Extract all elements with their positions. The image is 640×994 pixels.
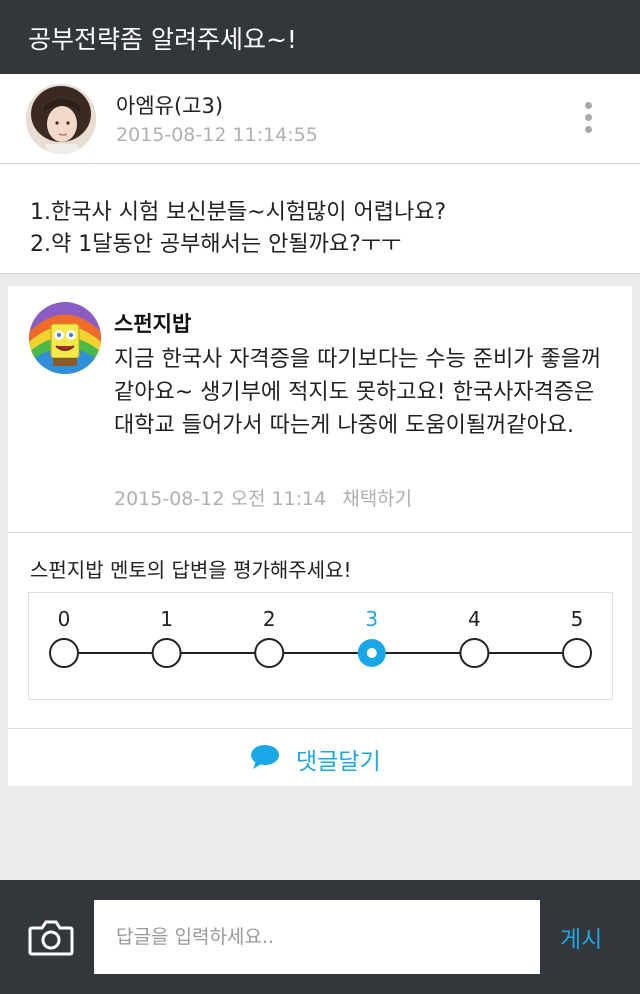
author-avatar[interactable] bbox=[26, 84, 96, 154]
rating-label-5: 5 bbox=[571, 607, 584, 631]
question-body: 1.한국사 시험 보신분들~시험많이 어렵나요? 2.약 1달동안 공부해서는 … bbox=[0, 164, 640, 274]
answer-body: 지금 한국사 자격증을 따기보다는 수능 준비가 좋을꺼 같아요~ 생기부에 적… bbox=[114, 347, 602, 438]
speech-bubble-icon bbox=[251, 745, 279, 769]
answer-card: 스펀지밥 지금 한국사 자격증을 따기보다는 수능 준비가 좋을꺼 같아요~ 생… bbox=[8, 286, 632, 786]
page-title: 공부전략좀 알려주세요~! bbox=[28, 25, 297, 54]
rating-option-5[interactable] bbox=[562, 638, 592, 668]
top-bar: 공부전략좀 알려주세요~! bbox=[0, 0, 640, 74]
question-line-2: 2.약 1달동안 공부해서는 안될까요?ㅜㅜ bbox=[30, 232, 402, 257]
rating-label-2: 2 bbox=[263, 607, 276, 631]
author-name[interactable]: 아엠유(고3) bbox=[116, 90, 223, 120]
post-timestamp: 2015-08-12 11:14:55 bbox=[116, 124, 318, 146]
divider bbox=[8, 532, 632, 533]
answer-timestamp: 2015-08-12 오전 11:14 bbox=[114, 488, 327, 510]
mentor-name[interactable]: 스펀지밥 bbox=[114, 308, 191, 338]
adopt-button[interactable]: 채택하기 bbox=[342, 488, 412, 510]
kebab-icon[interactable] bbox=[576, 102, 600, 138]
post-button[interactable]: 게시 bbox=[560, 920, 602, 954]
question-line-1: 1.한국사 시험 보신분들~시험많이 어렵나요? bbox=[30, 200, 447, 225]
comment-label: 댓글달기 bbox=[296, 749, 381, 775]
rating-label-3: 3 bbox=[365, 607, 378, 631]
reply-input[interactable] bbox=[94, 900, 540, 974]
rating-scale: 0 1 2 3 4 5 bbox=[28, 592, 613, 700]
rating-option-0[interactable] bbox=[49, 638, 79, 668]
mentor-avatar[interactable] bbox=[29, 302, 101, 374]
rating-selected-dot bbox=[366, 648, 377, 658]
rating-title: 스펀지밥 멘토의 답변을 평가해주세요! bbox=[30, 558, 352, 582]
rating-label-4: 4 bbox=[468, 607, 481, 631]
rating-option-2[interactable] bbox=[254, 638, 285, 668]
answer-meta: 2015-08-12 오전 11:14 채택하기 bbox=[114, 484, 412, 511]
rating-option-1[interactable] bbox=[151, 638, 182, 668]
reply-bar: 게시 bbox=[0, 880, 640, 994]
camera-icon[interactable] bbox=[28, 918, 74, 956]
rating-label-1: 1 bbox=[160, 607, 173, 631]
question-author-row: 아엠유(고3) 2015-08-12 11:14:55 bbox=[0, 74, 640, 164]
rating-svg: 0 1 2 3 4 5 bbox=[49, 607, 592, 668]
comment-button[interactable]: 댓글달기 bbox=[8, 729, 632, 786]
rating-label-0: 0 bbox=[58, 607, 71, 631]
rating-option-4[interactable] bbox=[459, 638, 490, 668]
